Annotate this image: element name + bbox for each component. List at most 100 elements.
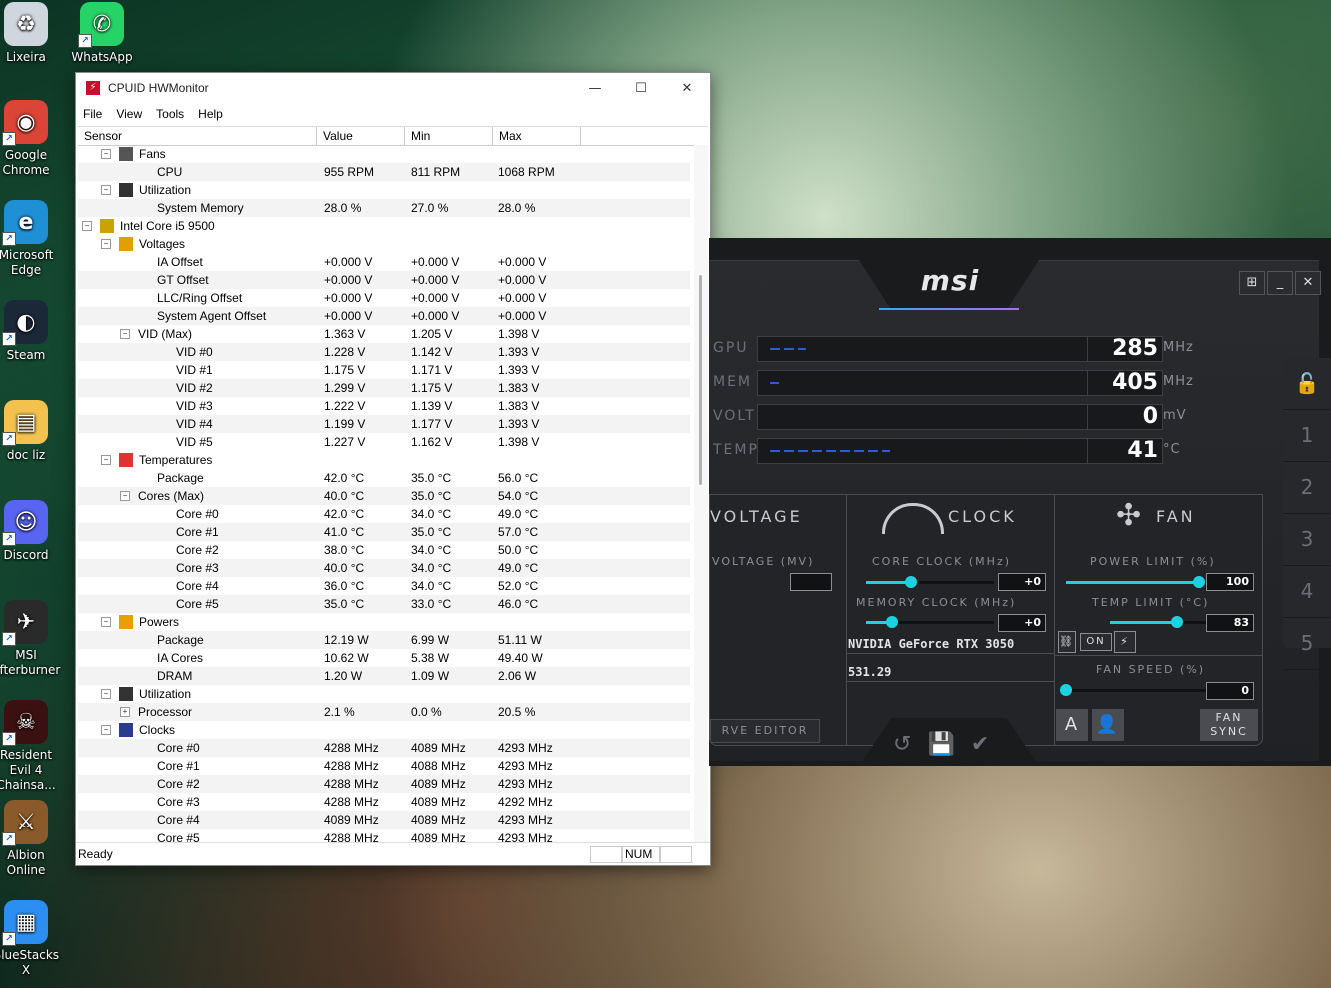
column-value[interactable]: Value xyxy=(317,127,405,145)
collapse-icon[interactable]: − xyxy=(120,491,130,501)
table-row[interactable]: Core #0 42.0 °C 34.0 °C 49.0 °C xyxy=(78,505,690,523)
table-row[interactable]: IA Offset +0.000 V +0.000 V +0.000 V xyxy=(78,253,690,271)
desktop-icon[interactable]: ☺ ↗ Discord xyxy=(0,500,64,563)
memory-clock-slider[interactable] xyxy=(866,616,994,628)
sensor-tree[interactable]: − Fans CPU 955 RPM 811 RPM 1068 RPM − Utilizati… xyxy=(78,145,690,842)
table-row[interactable]: Core #5 4288 MHz 4089 MHz 4293 MHz xyxy=(78,829,690,842)
table-row[interactable]: Core #1 41.0 °C 35.0 °C 57.0 °C xyxy=(78,523,690,541)
vertical-scrollbar[interactable] xyxy=(694,145,708,842)
table-row[interactable]: + Processor 2.1 % 0.0 % 20.5 % xyxy=(78,703,690,721)
collapse-icon[interactable]: − xyxy=(82,221,92,231)
table-row[interactable]: VID #4 1.199 V 1.177 V 1.393 V xyxy=(78,415,690,433)
slider-knob[interactable] xyxy=(1193,576,1205,588)
slider-knob[interactable] xyxy=(904,576,917,588)
table-row[interactable]: GT Offset +0.000 V +0.000 V +0.000 V xyxy=(78,271,690,289)
profile-slot[interactable]: 1 xyxy=(1283,410,1331,462)
table-row[interactable]: − VID (Max) 1.363 V 1.205 V 1.398 V xyxy=(78,325,690,343)
voltage-value-box[interactable] xyxy=(790,573,832,591)
table-row[interactable]: VID #1 1.175 V 1.171 V 1.393 V xyxy=(78,361,690,379)
profile-slot[interactable]: 3 xyxy=(1283,514,1331,566)
table-row[interactable]: − Fans xyxy=(78,145,690,163)
table-row[interactable]: − Utilization xyxy=(78,685,690,703)
core-clock-value[interactable]: +0 xyxy=(998,573,1046,591)
collapse-icon[interactable]: − xyxy=(101,149,111,159)
profile-slot[interactable]: 4 xyxy=(1283,566,1331,618)
table-row[interactable]: Package 12.19 W 6.99 W 51.11 W xyxy=(78,631,690,649)
collapse-icon[interactable]: − xyxy=(120,329,130,339)
collapse-icon[interactable]: − xyxy=(101,725,111,735)
table-row[interactable]: System Memory 28.0 % 27.0 % 28.0 % xyxy=(78,199,690,217)
menu-view[interactable]: View xyxy=(109,107,149,121)
table-row[interactable]: Core #4 4089 MHz 4089 MHz 4293 MHz xyxy=(78,811,690,829)
maximize-button[interactable]: ☐ xyxy=(618,73,664,103)
column-max[interactable]: Max xyxy=(493,127,581,145)
table-row[interactable]: Core #2 4288 MHz 4089 MHz 4293 MHz xyxy=(78,775,690,793)
table-row[interactable]: VID #3 1.222 V 1.139 V 1.383 V xyxy=(78,397,690,415)
desktop-icon[interactable]: ✆ ↗ WhatsApp xyxy=(64,2,140,65)
table-row[interactable]: LLC/Ring Offset +0.000 V +0.000 V +0.000 V xyxy=(78,289,690,307)
slider-knob[interactable] xyxy=(1060,684,1072,696)
hwmonitor-window[interactable]: ⚡ CPUID HWMonitor — ☐ ✕ File View Tools … xyxy=(75,72,711,866)
menu-help[interactable]: Help xyxy=(191,107,230,121)
power-limit-value[interactable]: 100 xyxy=(1206,573,1254,591)
desktop-icon[interactable]: ▦↗BlueStacks X xyxy=(0,900,64,978)
curve-editor-button[interactable]: RVE EDITOR xyxy=(710,719,820,743)
desktop-icon[interactable]: ♻ Lixeira xyxy=(0,2,64,65)
slider-knob[interactable] xyxy=(885,616,898,628)
table-row[interactable]: VID #5 1.227 V 1.162 V 1.398 V xyxy=(78,433,690,451)
fan-speed-slider[interactable] xyxy=(1060,684,1206,696)
lightning-icon[interactable]: ⚡ xyxy=(1114,631,1136,653)
table-row[interactable]: VID #2 1.299 V 1.175 V 1.383 V xyxy=(78,379,690,397)
table-row[interactable]: Package 42.0 °C 35.0 °C 56.0 °C xyxy=(78,469,690,487)
profile-slot[interactable]: 5 xyxy=(1283,618,1331,670)
column-min[interactable]: Min xyxy=(405,127,493,145)
reset-icon[interactable]: ↺ xyxy=(893,732,911,757)
desktop-icon[interactable]: ☠ ↗ Resident Evil 4 Chainsa... xyxy=(0,700,64,793)
collapse-icon[interactable]: − xyxy=(101,185,111,195)
afterburner-window[interactable]: msi ⊞ _ ✕ GPU 285 MHz MEM 405 MHz VOLT 0 mV TEMP 4… xyxy=(709,238,1331,766)
desktop-icon[interactable]: ✈↗MSI Afterburner xyxy=(0,600,64,678)
windows-icon[interactable]: ⊞ xyxy=(1239,271,1265,295)
minimize-button[interactable]: _ xyxy=(1267,271,1293,295)
core-clock-slider[interactable] xyxy=(866,576,994,588)
table-row[interactable]: Core #3 4288 MHz 4089 MHz 4292 MHz xyxy=(78,793,690,811)
table-row[interactable]: IA Cores 10.62 W 5.38 W 49.40 W xyxy=(78,649,690,667)
desktop-icon[interactable]: ▤ ↗ doc liz xyxy=(0,400,64,463)
apply-icon[interactable]: ✔ xyxy=(971,732,989,757)
collapse-icon[interactable]: − xyxy=(101,455,111,465)
table-row[interactable]: Core #4 36.0 °C 34.0 °C 52.0 °C xyxy=(78,577,690,595)
table-row[interactable]: Core #1 4288 MHz 4088 MHz 4293 MHz xyxy=(78,757,690,775)
desktop-icon[interactable]: ⚔ ↗ Albion Online xyxy=(0,800,64,878)
table-row[interactable]: VID #0 1.228 V 1.142 V 1.393 V xyxy=(78,343,690,361)
collapse-icon[interactable]: − xyxy=(101,689,111,699)
hwmonitor-titlebar[interactable]: ⚡ CPUID HWMonitor — ☐ ✕ xyxy=(76,73,710,103)
collapse-icon[interactable]: − xyxy=(101,617,111,627)
close-button[interactable]: ✕ xyxy=(1295,271,1321,295)
menu-file[interactable]: File xyxy=(76,107,109,121)
table-row[interactable]: − Utilization xyxy=(78,181,690,199)
table-row[interactable]: System Agent Offset +0.000 V +0.000 V +0.00… xyxy=(78,307,690,325)
temp-limit-slider[interactable] xyxy=(1110,616,1206,628)
user-icon[interactable]: 👤 xyxy=(1092,709,1124,741)
scrollbar-thumb[interactable] xyxy=(699,275,702,485)
lock-icon[interactable]: 🔓 xyxy=(1283,358,1331,410)
fan-auto-button[interactable]: A xyxy=(1056,709,1088,741)
expand-icon[interactable]: + xyxy=(120,707,130,717)
table-row[interactable]: − Cores (Max) 40.0 °C 35.0 °C 54.0 °C xyxy=(78,487,690,505)
link-on-toggle[interactable]: ON xyxy=(1080,633,1112,651)
desktop-icon[interactable]: e ↗ Microsoft Edge xyxy=(0,200,64,278)
table-row[interactable]: DRAM 1.20 W 1.09 W 2.06 W xyxy=(78,667,690,685)
power-limit-slider[interactable] xyxy=(1066,576,1206,588)
fan-sync-button[interactable]: FAN SYNC xyxy=(1200,709,1258,741)
memory-clock-value[interactable]: +0 xyxy=(998,614,1046,632)
table-row[interactable]: − Intel Core i5 9500 xyxy=(78,217,690,235)
fan-speed-value[interactable]: 0 xyxy=(1206,682,1254,700)
link-icon[interactable]: ⛓ xyxy=(1058,631,1076,653)
table-row[interactable]: Core #3 40.0 °C 34.0 °C 49.0 °C xyxy=(78,559,690,577)
save-icon[interactable]: 💾 xyxy=(927,732,954,757)
profile-slot[interactable]: 2 xyxy=(1283,462,1331,514)
close-button[interactable]: ✕ xyxy=(664,73,710,103)
menu-tools[interactable]: Tools xyxy=(149,107,191,121)
desktop-icon[interactable]: ◉ ↗ Google Chrome xyxy=(0,100,64,178)
column-sensor[interactable]: Sensor xyxy=(78,127,317,145)
